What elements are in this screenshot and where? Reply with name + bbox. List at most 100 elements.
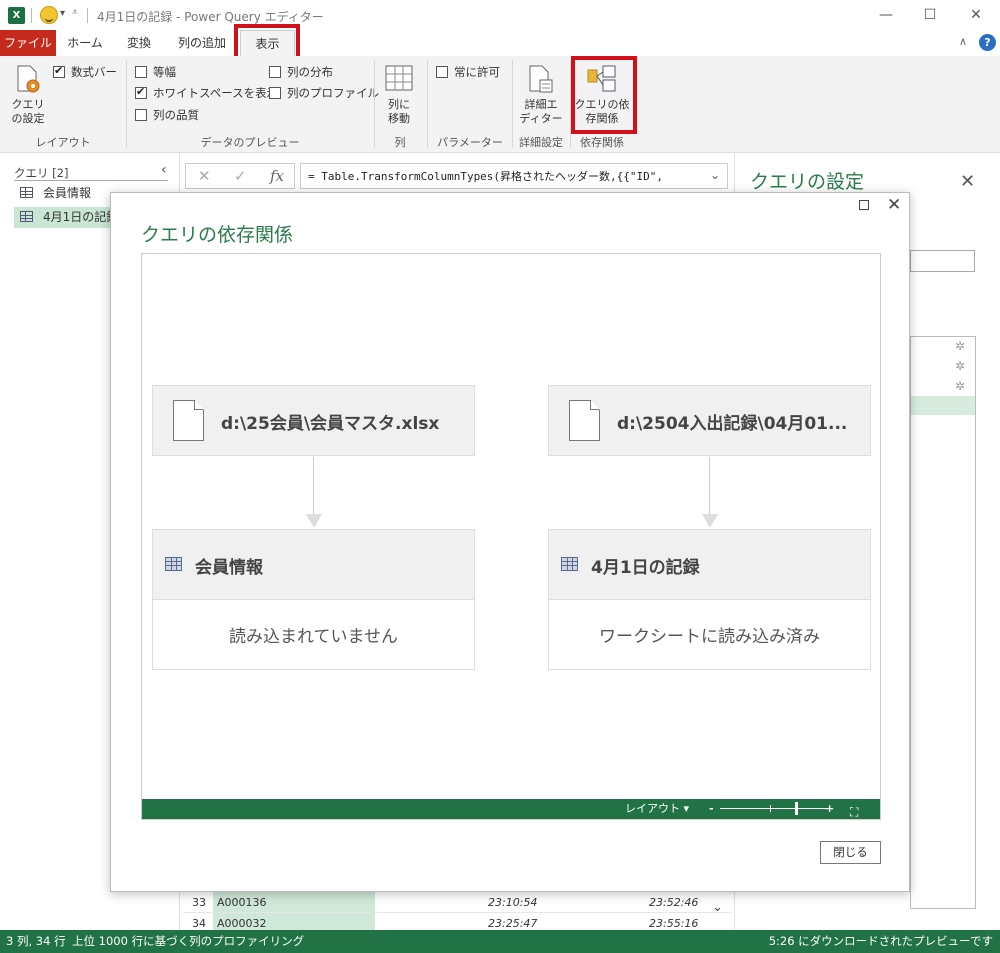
show-whitespace-checkbox[interactable]: ホワイトスペースを表示 bbox=[135, 85, 278, 101]
query-item-label: 会員情報 bbox=[43, 186, 92, 200]
table-icon bbox=[561, 557, 578, 571]
query-dependencies-dialog: ✕ クエリの依存関係 d:\25会員\会員マスタ.xlsx d:\2504入出記… bbox=[110, 192, 910, 892]
collapse-ribbon-icon[interactable]: ∧ bbox=[959, 35, 967, 48]
monospace-checkbox[interactable]: 等幅 bbox=[135, 64, 176, 80]
source-label: d:\25会員\会員マスタ.xlsx bbox=[221, 414, 440, 434]
separator bbox=[512, 60, 513, 148]
column-distribution-checkbox[interactable]: 列の分布 bbox=[269, 64, 333, 80]
tab-add-column[interactable]: 列の追加 bbox=[168, 30, 236, 56]
close-dialog-button[interactable]: 閉じる bbox=[820, 841, 881, 864]
query-item-selected[interactable]: 4月1日の記録 bbox=[14, 207, 122, 228]
separator bbox=[427, 60, 428, 148]
table-icon bbox=[20, 211, 33, 222]
column-distribution-label: 列の分布 bbox=[287, 65, 333, 79]
tab-file[interactable]: ファイル bbox=[0, 30, 56, 56]
checkbox-checked[interactable] bbox=[53, 64, 65, 78]
chevron-down-icon[interactable]: ▾ bbox=[60, 8, 65, 19]
checkbox-unchecked[interactable] bbox=[135, 109, 147, 121]
advanced-editor-button[interactable]: 詳細エ ディター bbox=[519, 98, 563, 126]
gear-icon[interactable]: ✲ bbox=[955, 379, 965, 393]
column-quality-label: 列の品質 bbox=[153, 108, 199, 122]
checkbox-checked[interactable] bbox=[135, 85, 147, 99]
minimize-button[interactable]: — bbox=[866, 3, 906, 27]
customize-toolbar-icon[interactable]: ⩡ bbox=[72, 7, 78, 18]
separator bbox=[126, 60, 127, 148]
gear-icon[interactable]: ✲ bbox=[955, 359, 965, 373]
formula-input[interactable]: = Table.TransformColumnTypes(昇格されたヘッダー数,… bbox=[300, 163, 728, 189]
source-node[interactable]: d:\2504入出記録\04月01... bbox=[548, 385, 871, 456]
ribbon: クエリ の設定 数式バー レイアウト 等幅 ホワイトスペースを表示 列の品質 列… bbox=[0, 56, 1000, 153]
cell-time-out[interactable]: 23:52:46 bbox=[649, 892, 698, 913]
column-profile-checkbox[interactable]: 列のプロファイル bbox=[269, 85, 379, 101]
separator bbox=[87, 8, 88, 23]
file-icon bbox=[173, 400, 204, 441]
collapse-pane-icon[interactable]: ‹ bbox=[161, 162, 167, 178]
cell-time-in[interactable]: 23:10:54 bbox=[488, 892, 537, 913]
layout-dropdown[interactable]: レイアウト ▾ bbox=[625, 799, 689, 819]
query-node-label: 会員情報 bbox=[195, 558, 263, 578]
query-item[interactable]: 会員情報 bbox=[14, 183, 122, 204]
checkbox-unchecked[interactable] bbox=[436, 66, 448, 78]
highlight-box-dependencies bbox=[571, 56, 637, 134]
maximize-button[interactable]: ☐ bbox=[910, 3, 950, 27]
applied-steps-list bbox=[910, 336, 976, 909]
cancel-icon[interactable]: ✕ bbox=[198, 167, 211, 185]
zoom-slider[interactable] bbox=[720, 808, 826, 809]
query-settings-button[interactable]: クエリ の設定 bbox=[6, 98, 50, 126]
smiley-feedback-icon[interactable] bbox=[40, 6, 58, 24]
maximize-button[interactable] bbox=[859, 200, 869, 210]
query-node-header: 4月1日の記録 bbox=[549, 530, 870, 600]
query-node[interactable]: 会員情報 読み込まれていません bbox=[152, 529, 475, 670]
name-input[interactable] bbox=[910, 250, 975, 272]
column-profile-label: 列のプロファイル bbox=[287, 86, 379, 100]
query-node-header: 会員情報 bbox=[153, 530, 474, 600]
close-icon[interactable]: ✕ bbox=[887, 195, 901, 215]
power-query-window: X ▾ ⩡ 4月1日の記録 - Power Query エディター — ☐ ✕ … bbox=[0, 0, 1000, 953]
checkbox-unchecked[interactable] bbox=[135, 66, 147, 78]
title-bar: X ▾ ⩡ 4月1日の記録 - Power Query エディター — ☐ ✕ bbox=[0, 0, 1000, 30]
source-label: d:\2504入出記録\04月01... bbox=[617, 414, 848, 434]
fx-icon[interactable]: fx bbox=[270, 167, 284, 185]
close-button[interactable]: ✕ bbox=[956, 3, 996, 27]
tab-transform[interactable]: 変換 bbox=[114, 30, 164, 56]
expand-formula-icon[interactable]: ⌄ bbox=[710, 168, 720, 182]
table-icon bbox=[165, 557, 182, 571]
zoom-out-button[interactable]: - bbox=[709, 799, 714, 819]
status-profiling[interactable]: 上位 1000 行に基づく列のプロファイリング bbox=[72, 930, 304, 953]
group-label-columns: 列 bbox=[394, 136, 406, 149]
group-label-dependencies: 依存関係 bbox=[580, 136, 624, 149]
applied-step-selected[interactable] bbox=[911, 396, 975, 415]
ribbon-tabs: ファイル ホーム 変換 列の追加 表示 bbox=[0, 30, 1000, 56]
checkbox-unchecked[interactable] bbox=[269, 66, 281, 78]
gear-icon[interactable]: ✲ bbox=[955, 339, 965, 353]
tab-home[interactable]: ホーム bbox=[60, 30, 110, 56]
help-icon[interactable]: ? bbox=[979, 34, 996, 51]
query-node-label: 4月1日の記録 bbox=[591, 558, 700, 578]
highlight-box-view-tab bbox=[234, 24, 300, 60]
group-label-layout: レイアウト bbox=[35, 136, 91, 149]
go-to-column-button[interactable]: 列に 移動 bbox=[380, 98, 418, 126]
cell-id[interactable]: A000136 bbox=[213, 892, 375, 912]
table-icon bbox=[20, 187, 33, 198]
checkbox-unchecked[interactable] bbox=[269, 87, 281, 99]
table-row[interactable]: 33 A000136 23:10:54 23:52:46 bbox=[183, 892, 731, 913]
advanced-editor-icon bbox=[529, 65, 553, 93]
dependency-canvas[interactable]: d:\25会員\会員マスタ.xlsx d:\2504入出記録\04月01... … bbox=[141, 253, 881, 820]
scroll-down-icon[interactable]: ⌄ bbox=[712, 900, 723, 915]
close-icon[interactable]: ✕ bbox=[960, 171, 975, 192]
always-allow-checkbox[interactable]: 常に許可 bbox=[436, 64, 500, 80]
zoom-slider-thumb[interactable] bbox=[795, 802, 799, 815]
monospace-label: 等幅 bbox=[153, 65, 176, 79]
arrow-down-icon bbox=[702, 514, 718, 528]
zoom-tick bbox=[770, 805, 771, 812]
column-quality-checkbox[interactable]: 列の品質 bbox=[135, 107, 199, 123]
fit-to-screen-icon[interactable]: ⛶ bbox=[850, 802, 858, 822]
formula-bar-label: 数式バー bbox=[71, 65, 117, 79]
file-icon bbox=[569, 400, 600, 441]
query-node[interactable]: 4月1日の記録 ワークシートに読み込み済み bbox=[548, 529, 871, 670]
formula-bar-checkbox[interactable]: 数式バー bbox=[53, 64, 117, 80]
source-node[interactable]: d:\25会員\会員マスタ.xlsx bbox=[152, 385, 475, 456]
query-settings-icon bbox=[17, 65, 40, 93]
commit-icon[interactable]: ✓ bbox=[234, 167, 247, 185]
zoom-in-button[interactable]: + bbox=[825, 799, 834, 819]
